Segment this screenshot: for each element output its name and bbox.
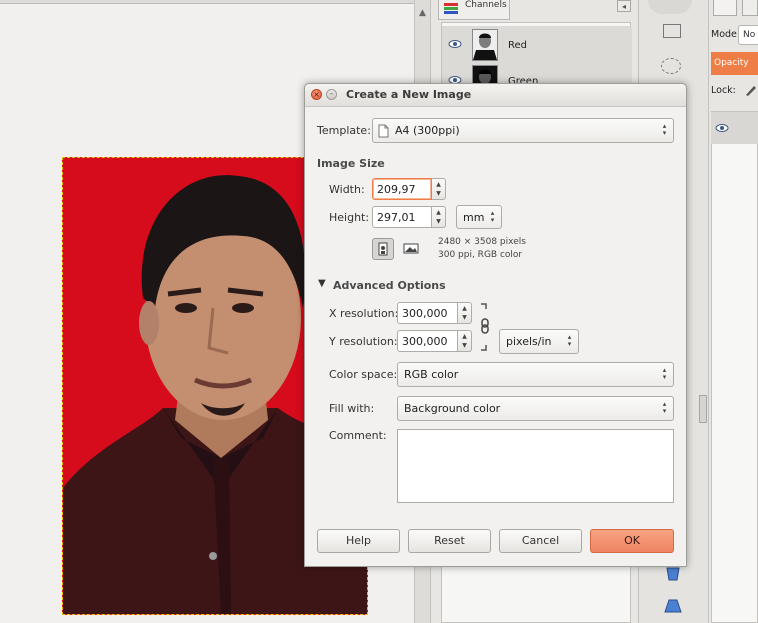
brush-lock-icon[interactable] <box>744 83 758 97</box>
unit-value: mm <box>463 211 485 224</box>
comment-label: Comment: <box>329 429 387 442</box>
template-select[interactable]: A4 (300ppi) ▴ ▾ <box>372 118 674 143</box>
mode-label: Mode: <box>711 29 741 40</box>
cancel-button[interactable]: Cancel <box>499 529 582 553</box>
landscape-orientation-button[interactable] <box>400 238 422 260</box>
width-spinner[interactable]: 209,97 ▲ ▼ <box>372 178 447 200</box>
width-stepper[interactable]: ▲ ▼ <box>432 178 446 200</box>
color-space-label: Color space: <box>329 368 398 381</box>
combo-arrows-icon: ▴ ▾ <box>567 333 572 348</box>
eye-icon[interactable] <box>448 39 462 49</box>
x-resolution-field[interactable]: 300,000 <box>397 302 458 324</box>
channel-thumbnail <box>472 29 498 61</box>
combo-arrows-icon: ▴ ▾ <box>662 366 667 381</box>
landscape-icon <box>403 243 419 254</box>
y-resolution-field[interactable]: 300,000 <box>397 330 458 352</box>
tab-channels[interactable]: Channels <box>438 0 510 20</box>
combo-arrows-icon: ▴ ▾ <box>490 209 495 224</box>
dialog-title: Create a New Image <box>346 88 472 101</box>
dock-tab-icon[interactable] <box>713 0 737 16</box>
fill-with-value: Background color <box>404 402 501 415</box>
width-value: 209,97 <box>377 183 416 196</box>
y-resolution-stepper[interactable]: ▲ ▼ <box>458 330 472 352</box>
eye-icon[interactable] <box>715 123 729 133</box>
template-label: Template: <box>317 124 371 137</box>
advanced-options-toggle[interactable]: Advanced Options <box>333 279 446 292</box>
x-resolution-spinner[interactable]: 300,000 ▲ ▼ <box>397 302 473 324</box>
resolution-unit-select[interactable]: pixels/in ▴ ▾ <box>499 329 579 354</box>
y-resolution-value: 300,000 <box>402 335 448 348</box>
chain-link-icon[interactable] <box>479 303 491 351</box>
channels-icon <box>444 3 458 14</box>
dock-tab-icon-2[interactable] <box>742 0 758 16</box>
height-spinner[interactable]: 297,01 ▲ ▼ <box>372 206 447 228</box>
help-button[interactable]: Help <box>317 529 400 553</box>
width-label: Width: <box>329 183 365 196</box>
x-resolution-value: 300,000 <box>402 307 448 320</box>
tab-channels-label: Channels <box>465 0 507 10</box>
close-icon[interactable]: × <box>311 89 322 100</box>
tool-scroll-handle[interactable] <box>699 395 707 423</box>
rect-select-icon[interactable] <box>663 24 681 38</box>
layers-list <box>711 111 758 623</box>
scroll-up-icon[interactable]: ▲ <box>417 8 428 19</box>
image-info: 2480 × 3508 pixels 300 ppi, RGB color <box>438 236 526 262</box>
image-size-heading: Image Size <box>317 157 385 170</box>
portrait-icon <box>378 242 388 256</box>
template-value: A4 (300ppi) <box>395 124 460 137</box>
expander-triangle-icon[interactable]: ▼ <box>318 278 326 289</box>
dock-menu-icon[interactable]: ◂ <box>617 0 631 12</box>
bucket-fill-icon[interactable] <box>663 566 683 582</box>
portrait-orientation-button[interactable] <box>372 238 394 260</box>
width-field[interactable]: 209,97 <box>372 178 432 200</box>
x-resolution-label: X resolution: <box>329 307 399 320</box>
fill-with-select[interactable]: Background color ▴ ▾ <box>397 396 674 421</box>
combo-arrows-icon: ▴ ▾ <box>662 122 667 137</box>
opacity-slider[interactable]: Opacity <box>711 52 758 75</box>
y-resolution-label: Y resolution: <box>329 335 398 348</box>
create-new-image-dialog: × – Create a New Image Template: A4 (300… <box>304 83 687 567</box>
pixels-info: 2480 × 3508 pixels <box>438 237 526 247</box>
height-stepper[interactable]: ▲ ▼ <box>432 206 446 228</box>
height-label: Height: <box>329 211 370 224</box>
blend-tool-icon[interactable] <box>663 598 683 614</box>
top-ruler <box>0 0 414 4</box>
lock-label: Lock: <box>711 85 736 96</box>
height-field[interactable]: 297,01 <box>372 206 432 228</box>
reset-button[interactable]: Reset <box>408 529 491 553</box>
layer-row[interactable] <box>711 112 758 144</box>
resolution-unit-value: pixels/in <box>506 335 552 348</box>
unit-select[interactable]: mm ▴ ▾ <box>456 205 502 229</box>
comment-textarea[interactable] <box>397 429 674 503</box>
channels-scrollbar[interactable] <box>430 596 441 623</box>
document-icon <box>378 124 389 138</box>
height-value: 297,01 <box>377 211 416 224</box>
fill-with-label: Fill with: <box>329 402 375 415</box>
dialog-titlebar[interactable]: × – Create a New Image <box>305 84 686 107</box>
x-resolution-stepper[interactable]: ▲ ▼ <box>458 302 472 324</box>
channel-row-red[interactable]: Red <box>442 26 632 62</box>
ellipse-select-icon[interactable] <box>661 58 681 74</box>
color-space-select[interactable]: RGB color ▴ ▾ <box>397 362 674 387</box>
ppi-info: 300 ppi, RGB color <box>438 250 523 260</box>
ok-button[interactable]: OK <box>590 529 674 553</box>
minimize-icon[interactable]: – <box>326 89 337 100</box>
combo-arrows-icon: ▴ ▾ <box>662 400 667 415</box>
color-space-value: RGB color <box>404 368 459 381</box>
y-resolution-spinner[interactable]: 300,000 ▲ ▼ <box>397 330 473 352</box>
channel-label: Red <box>508 40 527 51</box>
mode-select[interactable]: No <box>738 25 758 45</box>
